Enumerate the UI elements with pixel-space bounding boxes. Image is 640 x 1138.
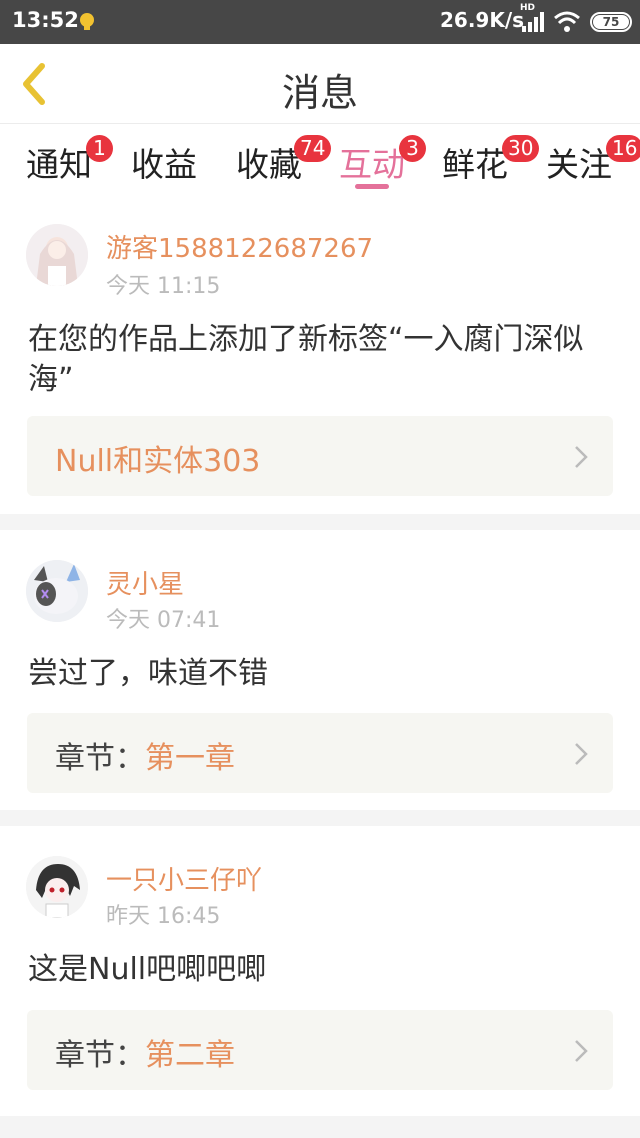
tab-bar: 通知 1 收益 收藏 74 互动 3 鲜花 30 关注 16 [0,124,640,194]
section-divider [0,810,640,826]
network-speed: 26.9K/s [440,8,525,32]
message-card: 灵小星 今天 07:41 尝过了，味道不错 章节：第一章 [0,530,640,810]
count-badge: 30 [502,135,540,162]
message-card: 游客1588122687267 今天 11:15 在您的作品上添加了新标签“一入… [0,194,640,514]
chapter-link[interactable]: 章节：第一章 [27,713,613,793]
message-content: 这是Null吧唧吧唧 [28,952,267,987]
work-title: Null和实体303 [55,444,261,479]
avatar[interactable] [26,856,88,918]
battery-icon: 75 [590,12,632,32]
username[interactable]: 灵小星 [106,564,184,601]
message-time: 今天 07:41 [106,608,221,633]
chevron-right-icon [575,743,588,765]
count-badge: 1 [86,135,113,162]
tab-label: 互动 [339,145,405,184]
wifi-icon [554,11,580,32]
avatar[interactable] [26,560,88,622]
work-link[interactable]: Null和实体303 [27,416,613,496]
tab-notice[interactable]: 通知 1 [26,135,113,186]
tab-label: 收藏 [236,145,302,184]
count-badge: 74 [294,135,332,162]
tab-favorites[interactable]: 收藏 74 [236,135,332,186]
tab-interaction[interactable]: 互动 3 [339,135,426,186]
chevron-right-icon [575,1040,588,1062]
count-badge: 16 [606,135,640,162]
chapter-label: 章节： [55,741,145,776]
tab-label: 通知 [26,145,92,184]
username[interactable]: 游客1588122687267 [106,228,373,265]
tab-label: 收益 [131,145,197,184]
battery-level: 75 [593,15,629,29]
tab-label: 关注 [546,145,612,184]
chevron-right-icon [575,446,588,468]
avatar-image [26,856,88,918]
tab-earnings[interactable]: 收益 [131,138,197,186]
avatar-image [26,224,88,286]
tab-label: 鲜花 [442,145,508,184]
message-time: 昨天 16:45 [106,904,221,929]
message-content: 在您的作品上添加了新标签“一入腐门深似海” [28,322,584,397]
message-time: 今天 11:15 [106,274,221,299]
app-header: 消息 [0,44,640,124]
chapter-label: 章节： [55,1038,145,1073]
message-card: 一只小三仔吖 昨天 16:45 这是Null吧唧吧唧 章节：第二章 [0,826,640,1116]
avatar[interactable] [26,224,88,286]
username[interactable]: 一只小三仔吖 [106,860,262,897]
chapter-title: 第一章 [145,741,235,776]
tab-follow[interactable]: 关注 16 [546,135,640,186]
tab-flowers[interactable]: 鲜花 30 [442,135,540,186]
notification-icon [80,13,94,30]
section-divider [0,514,640,530]
status-time: 13:52 [12,8,79,32]
page-title: 消息 [281,71,358,115]
avatar-image [26,560,88,622]
active-tab-indicator [355,184,389,189]
message-content: 尝过了，味道不错 [28,656,268,691]
signal-icon [522,12,544,32]
chapter-link[interactable]: 章节：第二章 [27,1010,613,1090]
status-bar: 13:52 26.9K/s HD 75 [0,0,640,44]
chapter-link-text: 章节：第二章 [55,1030,235,1074]
count-badge: 3 [399,135,426,162]
chapter-title: 第二章 [145,1038,235,1073]
chapter-link-text: 章节：第一章 [55,733,235,777]
section-divider [0,1116,640,1138]
